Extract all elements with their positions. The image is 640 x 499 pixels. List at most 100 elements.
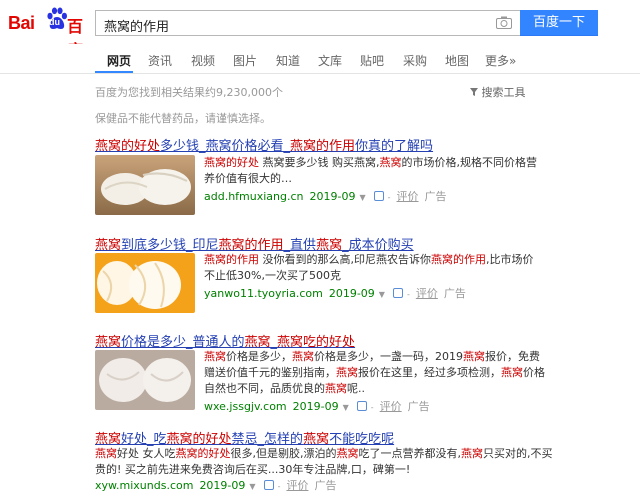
search-tools-label: 搜索工具 [481, 86, 526, 99]
logo-badge: du [49, 17, 60, 27]
header: Bai du 百度 燕窝的作用 百度一下 [0, 0, 640, 60]
shield-icon[interactable] [373, 191, 384, 201]
shield-icon[interactable] [263, 480, 274, 490]
tab-wenku[interactable]: 文库 [318, 52, 342, 69]
result-thumbnail[interactable] [95, 155, 195, 215]
highlighted-term: 燕窝 [95, 238, 122, 253]
rate-link[interactable]: 评价 [397, 190, 419, 203]
dropdown-icon[interactable]: ▼ [379, 290, 385, 299]
tab-news[interactable]: 资讯 [148, 52, 172, 69]
highlighted-term: 燕窝的好处 [204, 156, 259, 169]
highlighted-term: 燕窝 [463, 350, 485, 363]
result-title[interactable]: 燕窝价格是多少_普通人的燕窝_燕窝吃的好处 [95, 331, 355, 350]
rate-link[interactable]: 评价 [286, 479, 308, 492]
result-thumbnail[interactable] [95, 253, 195, 313]
tab-bar: 网页 资讯 视频 图片 知道 文库 贴吧 采购 地图 更多» [0, 44, 640, 74]
result-date: 2019-09 [309, 190, 356, 203]
text-segment: 自然也不同，品质优良的 [204, 382, 325, 395]
result-description: 燕窝的好处 燕窝要多少钱 购买燕窝,燕窝的市场价格,规格不同价格营 养价值有很大的… [204, 155, 537, 187]
text-segment: 不止低30%,一次买了500克 [204, 269, 341, 282]
description-line: 燕窝价格是多少，燕窝价格是多少，一盏一码，2019燕窝报价，免费 [204, 349, 545, 365]
result-meta: yanwo11.tyoyria.com 2019-09 ▼ - 评价 广告 [204, 285, 466, 301]
tab-tieba[interactable]: 贴吧 [360, 52, 384, 69]
result-title[interactable]: 燕窝好处_吃燕窝的好处禁忌_怎样的燕窝不能吃吃呢 [95, 428, 394, 447]
text-segment: 呢.. [347, 382, 365, 395]
text-segment: 价格 [523, 366, 545, 379]
highlighted-term: 燕窝吃的好处 [277, 335, 356, 350]
text-segment: 你真的了解吗 [355, 139, 434, 154]
search-input[interactable]: 燕窝的作用 [95, 10, 520, 36]
text-segment: 价格是多少，一盏一码，2019 [314, 350, 463, 363]
rate-link[interactable]: 评价 [416, 287, 438, 300]
description-line: 不止低30%,一次买了500克 [204, 268, 534, 284]
shield-icon[interactable] [392, 288, 403, 298]
dropdown-icon[interactable]: - [278, 482, 281, 491]
rate-link[interactable]: 评价 [380, 400, 402, 413]
highlighted-term: 燕窝 [303, 432, 330, 447]
result-title[interactable]: 燕窝的好处多少钱_燕窝价格必看_燕窝的作用你真的了解吗 [95, 135, 433, 154]
text-segment: 好处 女人吃 [117, 447, 176, 460]
result-url[interactable]: yanwo11.tyoyria.com [204, 287, 323, 300]
text-segment: 燕窝要多少钱 购买燕窝, [259, 156, 380, 169]
highlighted-term: 燕窝 [316, 238, 343, 253]
highlighted-term: 燕窝 [461, 447, 483, 460]
result-url[interactable]: wxe.jssgjv.com [204, 400, 287, 413]
search-tools[interactable]: 搜索工具 [470, 84, 526, 100]
description-line: 燕窝的好处 燕窝要多少钱 购买燕窝,燕窝的市场价格,规格不同价格营 [204, 155, 537, 171]
search-button[interactable]: 百度一下 [520, 10, 598, 36]
result-thumbnail[interactable] [95, 350, 195, 410]
tab-map[interactable]: 地图 [445, 52, 469, 69]
description-line: 赠送价值千元的鉴别指南，燕窝报价在这里，经过多项检测，燕窝价格 [204, 365, 545, 381]
result-url[interactable]: add.hfmuxiang.cn [204, 190, 304, 203]
active-tab-indicator [95, 71, 133, 73]
search-query: 燕窝的作用 [104, 20, 170, 35]
text-segment: 的市场价格,规格不同价格营 [401, 156, 538, 169]
description-line: 养价值有很大的… [204, 171, 537, 187]
highlighted-term: 燕窝 [95, 447, 117, 460]
text-segment: 价格是多少， [226, 350, 292, 363]
text-segment: 赠送价值千元的鉴别指南， [204, 366, 336, 379]
result-title[interactable]: 燕窝到底多少钱_印尼燕窝的作用_直供燕窝_成本价购买 [95, 234, 414, 253]
camera-icon[interactable] [496, 16, 512, 29]
text-segment: ,比市场价 [486, 253, 534, 266]
highlighted-term: 燕窝的作用 [431, 253, 486, 266]
ad-label: 广告 [314, 479, 337, 492]
tab-web[interactable]: 网页 [107, 52, 131, 69]
highlighted-term: 燕窝 [95, 335, 122, 350]
description-line: 自然也不同，品质优良的燕窝呢.. [204, 381, 545, 397]
text-segment: 只买对的,不买 [483, 447, 553, 460]
highlighted-term: 燕窝的作用 [218, 238, 284, 253]
result-meta: add.hfmuxiang.cn 2019-09 ▼ - 评价 广告 [204, 188, 447, 204]
dropdown-icon[interactable]: - [371, 403, 374, 412]
baidu-logo[interactable]: Bai du 百度 [8, 6, 90, 60]
tab-caigou[interactable]: 采购 [403, 52, 427, 69]
dropdown-icon[interactable]: - [407, 290, 410, 299]
text-segment: 不能吃吃呢 [329, 432, 395, 447]
result-count: 百度为您找到相关结果约9,230,000个 [95, 86, 283, 99]
shield-icon[interactable] [356, 401, 367, 411]
highlighted-term: 燕窝 [204, 350, 226, 363]
result-url[interactable]: xyw.mixunds.com [95, 479, 193, 492]
dropdown-icon[interactable]: - [388, 193, 391, 202]
highlighted-term: 燕窝的好处 [95, 139, 161, 154]
text-segment: 报价在这里，经过多项检测， [358, 366, 501, 379]
dropdown-icon[interactable]: ▼ [343, 403, 349, 412]
ad-label: 广告 [443, 287, 466, 300]
dropdown-icon[interactable]: ▼ [249, 482, 255, 491]
result-date: 2019-09 [292, 400, 339, 413]
result-description: 燕窝好处 女人吃燕窝的好处很多,但是剔胶,漂泊的燕窝吃了一点营养都没有,燕窝只买… [95, 446, 553, 478]
result-date: 2019-09 [199, 479, 246, 492]
tab-zhidao[interactable]: 知道 [276, 52, 300, 69]
health-notice: 保健品不能代替药品，请谨慎选择。 [95, 112, 271, 125]
result-description: 燕窝的作用 没你看到的那么高,印尼燕农告诉你燕窝的作用,比市场价 不止低30%,一… [204, 252, 534, 284]
filter-icon [470, 88, 478, 96]
description-line: 燕窝的作用 没你看到的那么高,印尼燕农告诉你燕窝的作用,比市场价 [204, 252, 534, 268]
tab-images[interactable]: 图片 [233, 52, 257, 69]
highlighted-term: 燕窝 [336, 447, 359, 460]
dropdown-icon[interactable]: ▼ [359, 193, 365, 202]
tab-more[interactable]: 更多» [485, 52, 516, 69]
ad-label: 广告 [407, 400, 430, 413]
text-segment: 好处_吃 [121, 432, 167, 447]
result-meta: xyw.mixunds.com 2019-09 ▼ - 评价 广告 [95, 477, 336, 493]
tab-video[interactable]: 视频 [191, 52, 215, 69]
